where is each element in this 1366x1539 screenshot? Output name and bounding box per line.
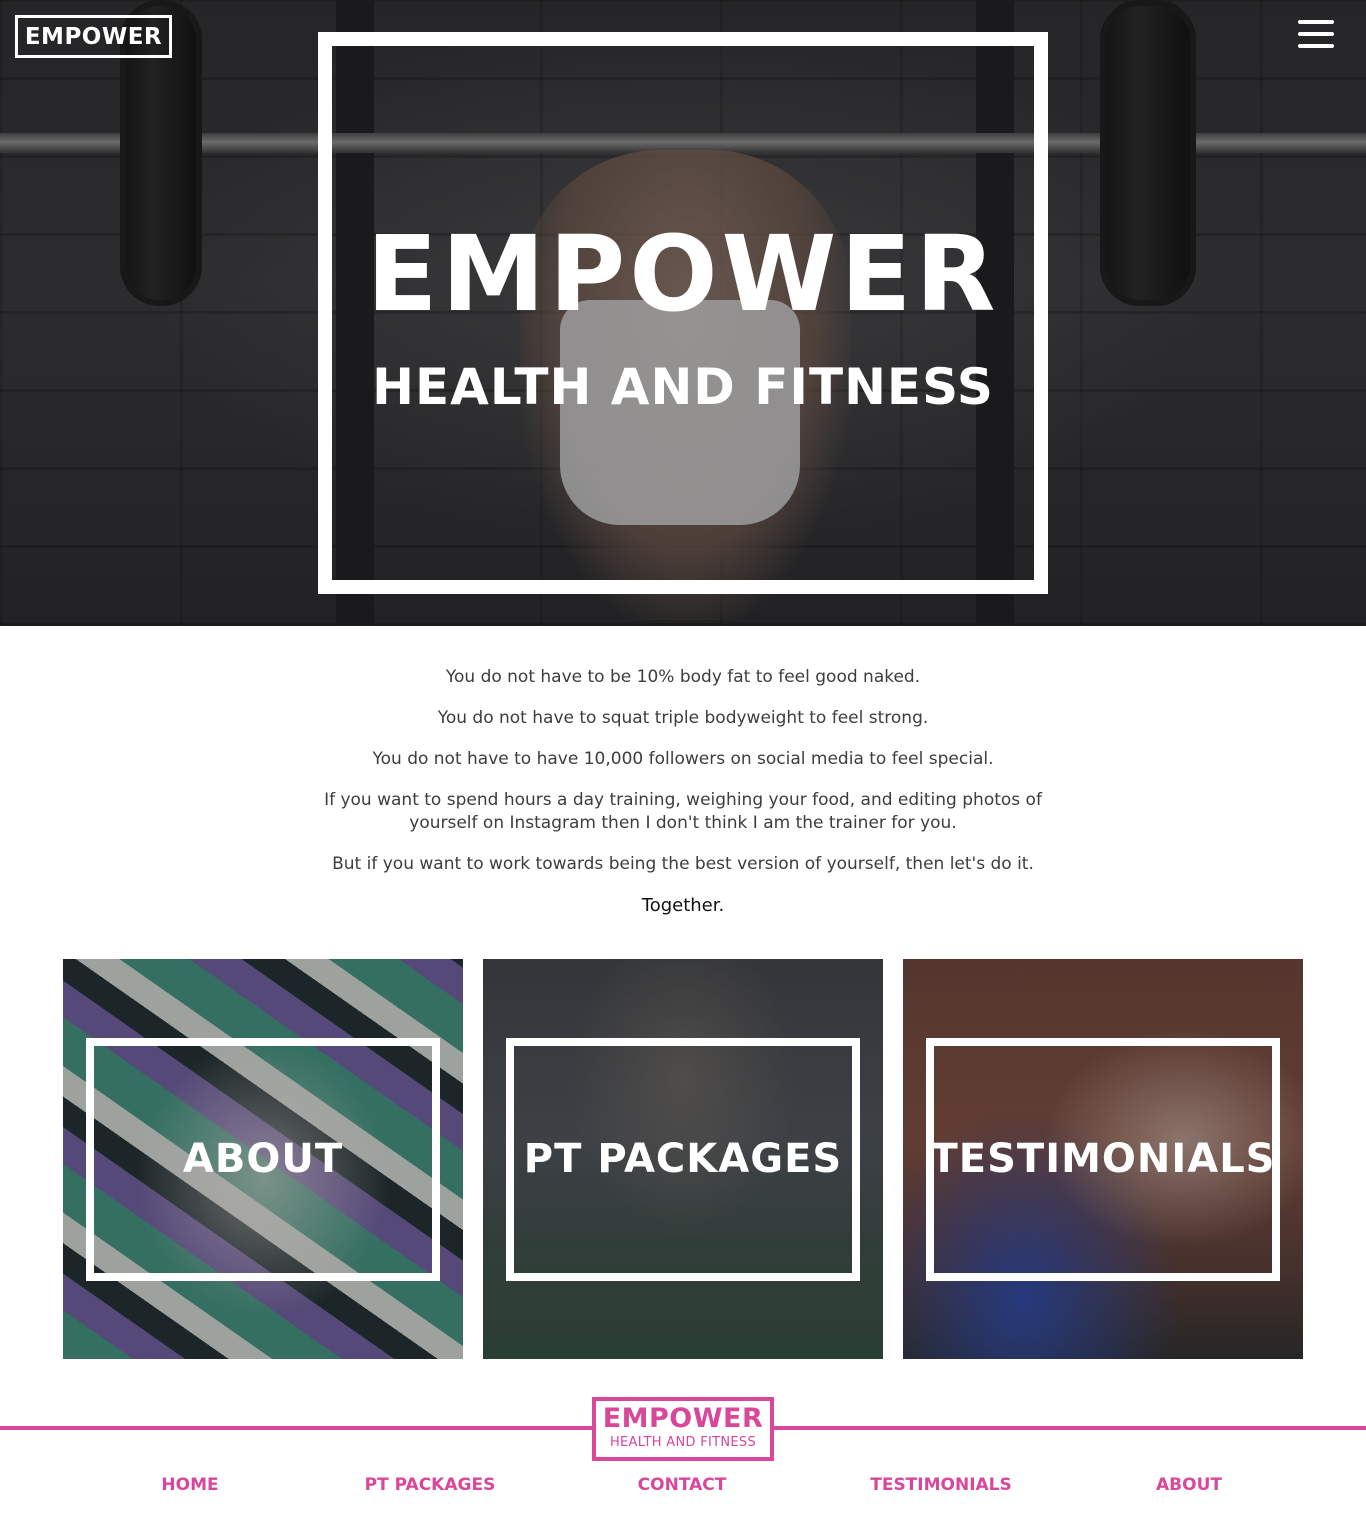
- hamburger-bar: [1298, 20, 1334, 24]
- hamburger-bar: [1298, 44, 1334, 48]
- intro-paragraph: You do not have to squat triple bodyweig…: [437, 708, 929, 728]
- testimonials-card[interactable]: TESTIMONIALS: [903, 959, 1303, 1359]
- hamburger-menu-icon[interactable]: [1298, 20, 1334, 48]
- footer-nav: HOME PT PACKAGES CONTACT TESTIMONIALS AB…: [0, 1474, 1366, 1498]
- footer-logo-title: EMPOWER: [602, 1403, 764, 1434]
- footer-logo[interactable]: EMPOWER HEALTH AND FITNESS: [592, 1397, 774, 1461]
- intro-paragraph: But if you want to work towards being th…: [332, 854, 1034, 874]
- footer-nav-testimonials[interactable]: TESTIMONIALS: [870, 1474, 1012, 1496]
- intro-paragraph: If you want to spend hours a day trainin…: [324, 790, 1042, 833]
- footer-nav-home[interactable]: HOME: [161, 1474, 218, 1496]
- intro-text: You do not have to be 10% body fat to fe…: [300, 666, 1066, 935]
- footer-nav-about[interactable]: ABOUT: [1156, 1474, 1222, 1496]
- header-logo[interactable]: EMPOWER: [15, 15, 172, 58]
- hamburger-bar: [1298, 32, 1334, 36]
- intro-paragraph: You do not have to be 10% body fat to fe…: [445, 667, 921, 687]
- testimonials-card-label: TESTIMONIALS: [930, 1136, 1276, 1182]
- footer-logo-subtitle: HEALTH AND FITNESS: [609, 1435, 757, 1450]
- intro-closing: Together.: [641, 895, 725, 916]
- pt-packages-card-label: PT PACKAGES: [523, 1136, 843, 1182]
- hero-title: EMPOWER: [366, 213, 1000, 335]
- intro-paragraph: You do not have to have 10,000 followers…: [372, 749, 994, 769]
- hero-subtitle: HEALTH AND FITNESS: [372, 358, 994, 416]
- about-card-label: ABOUT: [182, 1136, 344, 1182]
- footer-nav-contact[interactable]: CONTACT: [638, 1474, 727, 1496]
- about-card[interactable]: ABOUT: [63, 959, 463, 1359]
- pt-packages-card[interactable]: PT PACKAGES: [483, 959, 883, 1359]
- footer-nav-pt-packages[interactable]: PT PACKAGES: [365, 1474, 496, 1496]
